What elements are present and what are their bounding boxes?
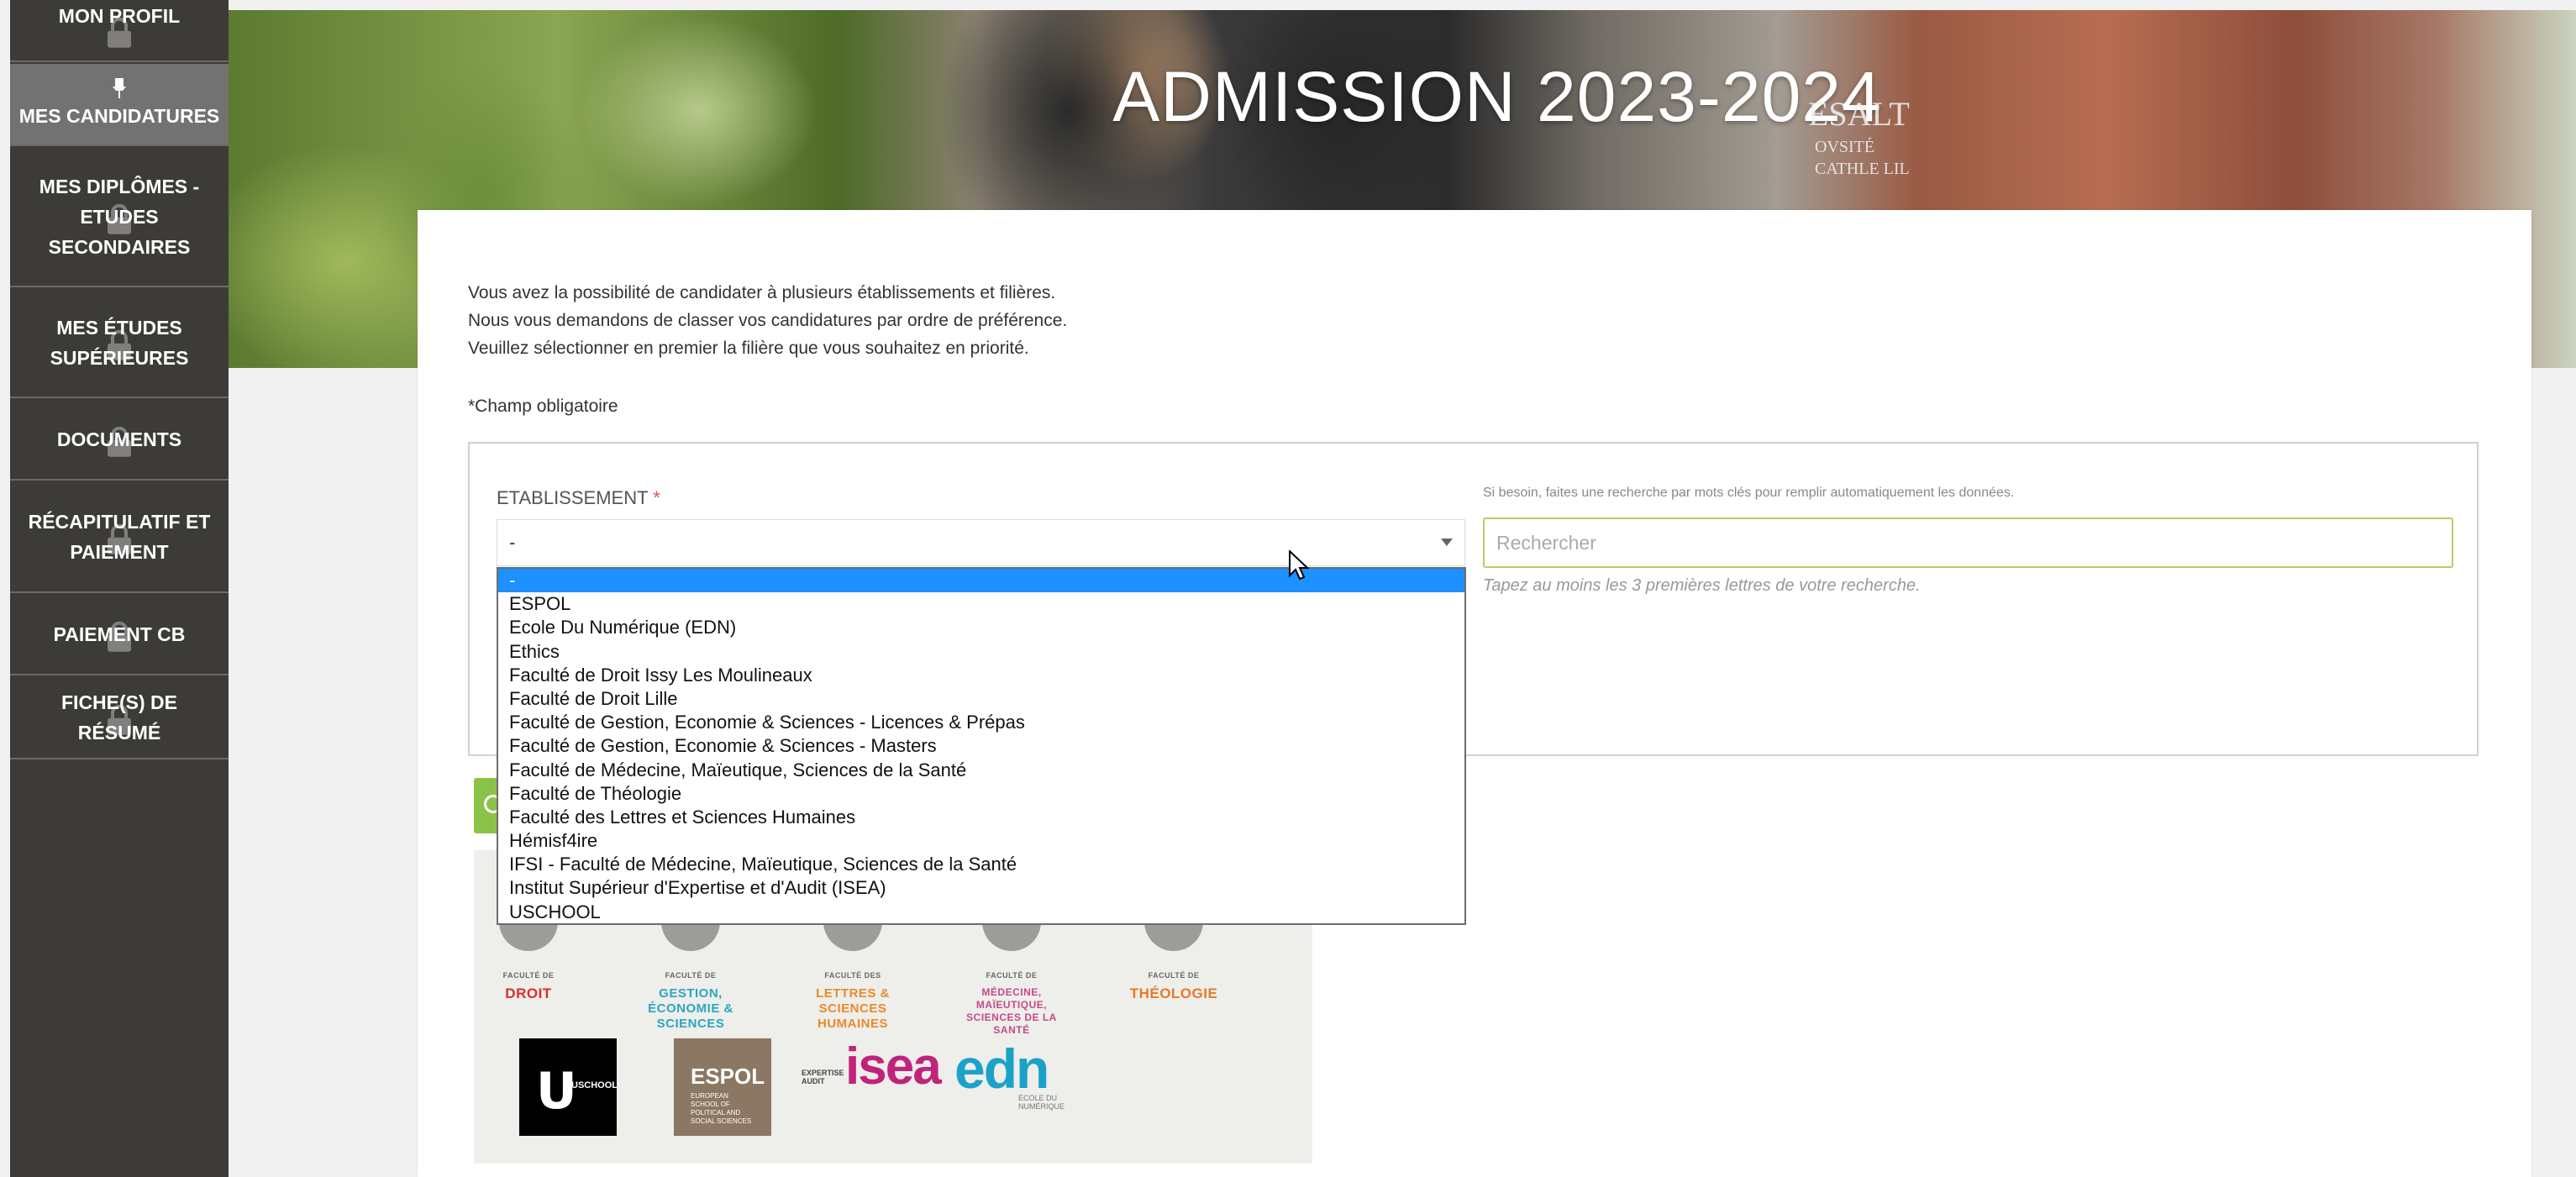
page-title: ADMISSION 2023-2024 (1112, 57, 1882, 136)
dropdown-option[interactable]: Faculté de Médecine, Maïeutique, Science… (498, 759, 1464, 782)
logo-name: DROIT (505, 985, 552, 1001)
intro-line: Veuillez sélectionner en premier la fili… (468, 339, 1029, 358)
logo-name: THÉOLOGIE (1129, 985, 1218, 1001)
logo-faculte-medecine: FACULTÉ DE MÉDECINE, MAÏEUTIQUE, SCIENCE… (957, 968, 1066, 1037)
dropdown-option[interactable]: Institut Supérieur d'Expertise et d'Audi… (498, 876, 1464, 900)
dropdown-option[interactable]: IFSI - Faculté de Médecine, Maïeutique, … (498, 853, 1464, 876)
dropdown-option[interactable]: - (498, 569, 1464, 593)
logo-mark: U (536, 1062, 577, 1121)
intro-text: Vous avez la possibilité de candidater à… (468, 279, 1067, 362)
etablissement-label-text: ETABLISSEMENT (497, 487, 649, 508)
sidebar: MON PROFIL MES CANDIDATURES MES DIPLÔMES… (10, 0, 229, 1177)
logo-name: MÉDECINE, MAÏEUTIQUE, SCIENCES DE LA SAN… (966, 986, 1057, 1036)
sidebar-item-documents[interactable]: DOCUMENTS (10, 400, 229, 481)
logo-name: ESPOL (691, 1064, 765, 1089)
search-help-text: Tapez au moins les 3 premières lettres d… (1483, 576, 1921, 595)
logo-name: USCHOOL (571, 1080, 618, 1090)
required-field-note: *Champ obligatoire (468, 397, 618, 416)
dropdown-arrow-icon (1441, 539, 1453, 546)
logo-uschool: U USCHOOL (519, 1038, 618, 1136)
etablissement-selected-value: - (509, 532, 516, 553)
sidebar-item-label: PAIEMENT CB (53, 623, 186, 645)
sidebar-item-label: MES CANDIDATURES (18, 105, 220, 127)
dropdown-option[interactable]: Faculté de Théologie (498, 782, 1464, 806)
logo-prefix: FACULTÉ DE (502, 971, 555, 980)
search-input[interactable] (1483, 518, 2453, 568)
dropdown-option[interactable]: Faculté des Lettres et Sciences Humaines (498, 806, 1464, 829)
logo-faculte-lettres: FACULTÉ DES LETTRES & SCIENCES HUMAINES (798, 968, 907, 1032)
logo-faculte-theologie: FACULTÉ DE THÉOLOGIE (1119, 968, 1228, 1001)
etablissement-label: ETABLISSEMENT * (497, 487, 660, 509)
logo-prefix: FACULTÉ DE (1148, 971, 1200, 980)
dropdown-option[interactable]: USCHOOL (498, 901, 1464, 924)
logo-faculte-droit: FACULTÉ DE DROIT (474, 968, 583, 1001)
sidebar-item-label: DOCUMENTS (56, 428, 182, 450)
dropdown-option[interactable]: Faculté de Droit Issy Les Moulineaux (498, 664, 1464, 687)
sidebar-item-mes-candidatures[interactable]: MES CANDIDATURES (10, 64, 229, 146)
logo-espol: ESPOL EUROPEAN SCHOOL OF POLITICAL AND S… (674, 1038, 771, 1136)
sidebar-item-paiement-cb[interactable]: PAIEMENT CB (10, 595, 229, 675)
dropdown-option[interactable]: Ethics (498, 640, 1464, 664)
logo-subtitle: EXPERTISE AUDIT (802, 1069, 844, 1085)
dropdown-option[interactable]: Faculté de Gestion, Economie & Sciences … (498, 711, 1464, 734)
sidebar-item-mon-profil[interactable]: MON PROFIL (10, 0, 229, 62)
sidebar-item-label: MES DIPLÔMES - ETUDES SECONDAIRES (39, 176, 200, 258)
etablissement-dropdown-list[interactable]: - ESPOL Ecole Du Numérique (EDN) Ethics … (497, 567, 1466, 925)
dropdown-option[interactable]: Hémisf4ire (498, 829, 1464, 853)
sidebar-item-label: RÉCAPITULATIF ET PAIEMENT (28, 511, 211, 563)
pin-icon (113, 78, 126, 98)
logo-edn: edn ECOLE DU NUMÉRIQUE (954, 1037, 1065, 1111)
dropdown-option[interactable]: Faculté de Gestion, Economie & Sciences … (498, 734, 1464, 758)
required-mark: * (653, 487, 660, 508)
hero-background-text: ESALT (1808, 95, 1910, 133)
logo-subtitle: EUROPEAN SCHOOL OF POLITICAL AND SOCIAL … (691, 1092, 752, 1125)
dropdown-option[interactable]: ESPOL (498, 592, 1464, 616)
sidebar-item-label: FICHE(S) DE RÉSUMÉ (61, 691, 177, 744)
logo-name: edn (954, 1038, 1049, 1100)
logo-prefix: FACULTÉ DES (824, 971, 881, 980)
logo-name: isea (845, 1038, 942, 1096)
hero-background-subtext: OVSITÉ CATHLE LIL (1815, 138, 1910, 178)
logo-isea: EXPERTISE AUDIT isea (802, 1037, 942, 1096)
logo-prefix: FACULTÉ DE (665, 971, 717, 980)
search-hint: Si besoin, faites une recherche par mots… (1483, 486, 2015, 500)
mouse-cursor-icon (1289, 550, 1309, 581)
logo-subtitle: ECOLE DU NUMÉRIQUE (1018, 1094, 1065, 1111)
intro-line: Nous vous demandons de classer vos candi… (468, 311, 1068, 330)
sidebar-item-fiches-resume[interactable]: FICHE(S) DE RÉSUMÉ (10, 677, 229, 759)
sidebar-item-label: MON PROFIL (58, 5, 181, 27)
dropdown-option[interactable]: Ecole Du Numérique (EDN) (498, 616, 1464, 639)
sidebar-item-recapitulatif[interactable]: RÉCAPITULATIF ET PAIEMENT (10, 482, 229, 593)
sidebar-item-mes-diplomes[interactable]: MES DIPLÔMES - ETUDES SECONDAIRES (10, 148, 229, 287)
logo-prefix: FACULTÉ DE (986, 971, 1038, 980)
sidebar-item-label: MES ÉTUDES SUPÉRIEURES (50, 317, 189, 369)
logo-name: GESTION, ÉCONOMIE & SCIENCES (648, 986, 733, 1031)
sidebar-item-mes-etudes-superieures[interactable]: MES ÉTUDES SUPÉRIEURES (10, 289, 229, 398)
dropdown-option[interactable]: Faculté de Droit Lille (498, 687, 1464, 711)
logo-name: LETTRES & SCIENCES HUMAINES (816, 986, 890, 1031)
etablissement-select[interactable]: - (497, 519, 1465, 566)
intro-line: Vous avez la possibilité de candidater à… (468, 283, 1056, 302)
logo-faculte-gestion: FACULTÉ DE GESTION, ÉCONOMIE & SCIENCES (636, 968, 745, 1032)
